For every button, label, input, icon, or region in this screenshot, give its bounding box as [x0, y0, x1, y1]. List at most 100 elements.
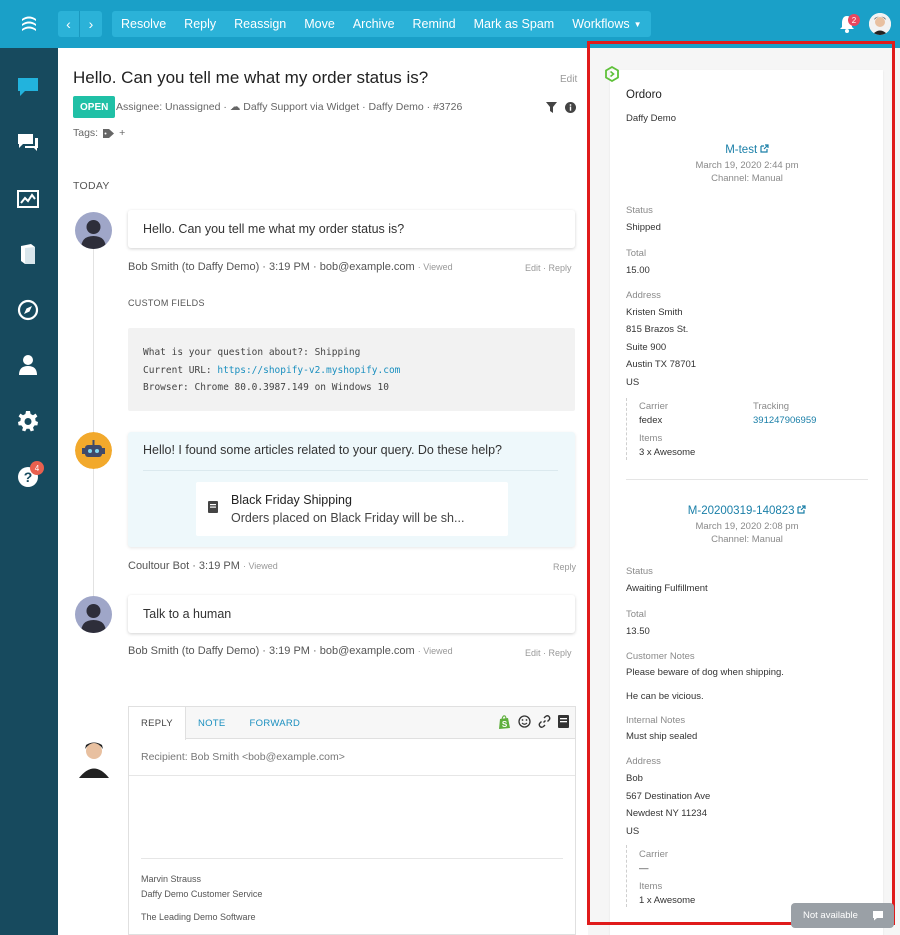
next-button[interactable]: › [80, 11, 102, 37]
external-link-icon[interactable] [797, 505, 806, 514]
internal-notes-label: Internal Notes [626, 715, 686, 726]
compass-icon[interactable] [17, 299, 39, 321]
message-meta: Bob Smith (to Daffy Demo) · 3:19 PM · bo… [128, 645, 453, 657]
status-badge[interactable]: OPEN [73, 96, 116, 118]
add-tag-button[interactable]: + [119, 127, 125, 139]
message-author-line: Bob Smith (to Daffy Demo) · 3:19 PM · bo… [128, 261, 415, 273]
recipient-field[interactable]: Recipient: Bob Smith <bob@example.com> [141, 751, 345, 763]
conversation-subject: Hello. Can you tell me what my order sta… [73, 68, 429, 87]
signature-divider [141, 858, 563, 859]
external-link-icon[interactable] [760, 144, 769, 153]
bot-message-text: Hello! I found some articles related to … [143, 443, 502, 457]
avatar [75, 212, 112, 249]
reply-message-link[interactable]: Reply [549, 263, 572, 273]
notification-count-badge: 2 [848, 14, 860, 26]
address-line: Newdest NY 11234 [626, 808, 707, 819]
separator-dot: · [543, 263, 547, 273]
order-id-link[interactable]: M-20200319-140823 [688, 505, 795, 517]
carrier-value: — [639, 863, 649, 874]
info-icon[interactable] [565, 102, 576, 113]
tab-reply[interactable]: REPLY [129, 707, 186, 740]
user-avatar[interactable] [869, 13, 891, 35]
book-icon [208, 501, 218, 513]
tracking-label: Tracking [753, 401, 790, 412]
message-actions: Edit · Reply [525, 263, 572, 273]
viewed-status: · Viewed [417, 646, 453, 656]
article-excerpt: Orders placed on Black Friday will be sh… [231, 511, 465, 525]
edit-subject-link[interactable]: Edit [560, 74, 577, 85]
address-line: Bob [626, 773, 643, 784]
settings-icon[interactable] [17, 410, 39, 432]
previous-button[interactable]: ‹ [58, 11, 80, 37]
signature-name: Marvin Strauss [141, 874, 202, 884]
edit-message-link[interactable]: Edit [525, 263, 541, 273]
chat-availability-button[interactable]: Not available [791, 903, 894, 928]
archive-button[interactable]: Archive [344, 11, 404, 37]
custom-field-url-label: Current URL: [143, 364, 218, 376]
reply-composer: REPLY NOTE FORWARD S Recipient: Bob Smit… [128, 706, 576, 935]
reassign-button[interactable]: Reassign [225, 11, 295, 37]
chat-bubble-icon [873, 911, 883, 921]
customer-notes-label: Customer Notes [626, 651, 695, 662]
avatar [75, 596, 112, 633]
reply-tabs: REPLY NOTE FORWARD [129, 707, 313, 740]
app-logo[interactable] [0, 0, 58, 48]
order-status: Shipped [626, 222, 661, 233]
workflows-dropdown[interactable]: Workflows ▼ [563, 11, 650, 37]
contacts-icon[interactable] [17, 354, 39, 376]
message-actions: Edit · Reply [525, 648, 572, 658]
address-line: Kristen Smith [626, 307, 683, 318]
custom-field-browser: Browser: Chrome 80.0.3987.149 on Windows… [143, 382, 389, 393]
reply-message-link[interactable]: Reply [549, 648, 572, 658]
user-photo-icon [869, 13, 891, 35]
chat-icon[interactable] [17, 76, 39, 98]
address-line: US [626, 826, 640, 837]
order-date: March 19, 2020 2:08 pm [695, 521, 799, 532]
mark-as-spam-button[interactable]: Mark as Spam [465, 11, 564, 37]
resolve-button[interactable]: Resolve [112, 11, 175, 37]
customer-avatar-icon [75, 596, 112, 633]
reply-message-link[interactable]: Reply [553, 562, 576, 572]
tag-icon[interactable] [103, 128, 115, 138]
items-value: 1 x Awesome [639, 895, 696, 906]
shipment-divider [626, 398, 627, 460]
filter-icon[interactable] [546, 102, 557, 113]
reports-icon[interactable] [17, 188, 39, 210]
items-label: Items [639, 433, 663, 444]
chevron-right-icon: › [88, 16, 94, 32]
shopify-icon[interactable]: S [498, 715, 511, 729]
order-id-link[interactable]: M-test [725, 144, 757, 156]
svg-text:S: S [502, 720, 508, 729]
remind-button[interactable]: Remind [404, 11, 465, 37]
ordoro-hexagon-icon[interactable] [604, 66, 620, 82]
tracking-link[interactable]: 391247906959 [753, 415, 816, 426]
custom-field-question: What is your question about?: Shipping [143, 347, 361, 358]
conversations-icon[interactable] [17, 132, 39, 154]
ordoro-account: Daffy Demo [626, 113, 676, 124]
order-link-row: M-20200319-140823 [626, 505, 868, 517]
edit-message-link[interactable]: Edit [525, 648, 541, 658]
order-total: 13.50 [626, 626, 650, 637]
order-channel: Channel: Manual [711, 173, 783, 184]
composer-tools: S [498, 715, 569, 729]
total-label: Total [626, 248, 647, 259]
article-suggestion-card[interactable]: Black Friday Shipping Orders placed on B… [196, 482, 508, 536]
sidebar: ? 4 [0, 48, 58, 935]
custom-fields-label: CUSTOM FIELDS [128, 298, 205, 308]
knowledge-base-insert-icon[interactable] [558, 715, 569, 728]
bot-message-bubble: Hello! I found some articles related to … [128, 432, 575, 547]
tab-forward[interactable]: FORWARD [238, 707, 313, 739]
separator-dot: · [543, 648, 547, 658]
bot-avatar-icon [75, 432, 112, 469]
ordoro-card [610, 70, 883, 935]
emoji-icon[interactable] [518, 715, 531, 728]
tab-note[interactable]: NOTE [186, 707, 238, 739]
move-button[interactable]: Move [295, 11, 344, 37]
message-author-line: Bob Smith (to Daffy Demo) · 3:19 PM · bo… [128, 645, 415, 657]
customer-avatar-icon [75, 212, 112, 249]
knowledge-base-icon[interactable] [17, 243, 39, 265]
divider [143, 470, 558, 471]
custom-field-url-link[interactable]: https://shopify-v2.myshopify.com [217, 365, 400, 376]
reply-button[interactable]: Reply [175, 11, 225, 37]
link-icon[interactable] [538, 715, 551, 728]
